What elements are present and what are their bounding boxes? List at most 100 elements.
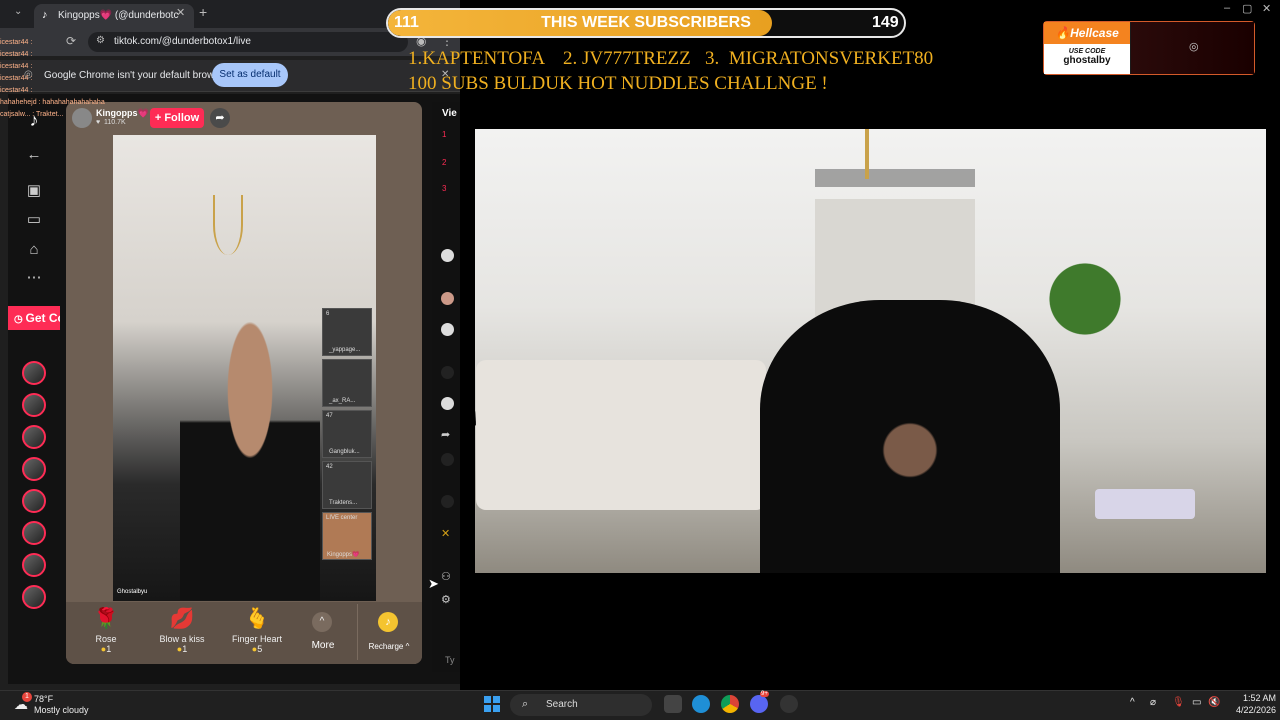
get-coins-button[interactable]: ◷ Get Coi <box>8 306 60 330</box>
sponsor-logo-text: Hellcase <box>1070 26 1119 40</box>
search-icon: ⌕ <box>522 698 529 710</box>
share-arrow-icon[interactable]: ➦ <box>441 428 450 441</box>
start-tile <box>484 705 491 712</box>
live-avatar[interactable] <box>22 361 46 385</box>
guest-count: 47 <box>326 413 333 419</box>
rank-number: 3 <box>442 184 447 193</box>
crossed-swords-icon[interactable]: ✕ <box>441 527 450 540</box>
live-avatar[interactable] <box>22 489 46 513</box>
windows-start-icon[interactable] <box>484 696 500 712</box>
rose-icon: 🌹 <box>93 608 119 630</box>
chevron-up-icon[interactable]: ^ <box>312 612 332 632</box>
guest-name: Kingopps💗 <box>327 552 360 558</box>
clock-date: 4/22/2026 <box>1235 705 1276 715</box>
home-icon[interactable]: ⌂ <box>24 240 44 260</box>
chat-line: icestar44 : <box>0 63 33 70</box>
live-avatar[interactable] <box>22 425 46 449</box>
streamer-figure <box>760 300 1060 573</box>
viewer-avatar[interactable] <box>441 397 454 410</box>
volume-muted-icon[interactable]: 🔇 <box>1208 697 1220 708</box>
follow-button[interactable]: + Follow <box>150 108 204 128</box>
get-coins-label: Get Coi <box>25 311 60 325</box>
subscriber-goal-bar: 111 THIS WEEK SUBSCRIBERS 149 <box>386 8 906 38</box>
gift-blow-a-kiss[interactable]: 💋 Blow a kiss ●1 <box>152 606 212 654</box>
live-avatar[interactable] <box>22 553 46 577</box>
guest-name: _ax_RA... <box>329 398 356 404</box>
chat-input-placeholder[interactable]: Ty <box>445 655 455 665</box>
system-clock[interactable]: 1:52 AM 4/22/2026 <box>1226 692 1276 716</box>
discord-icon[interactable]: 9+ <box>750 691 769 713</box>
sub-goal: 149 <box>872 14 899 31</box>
address-bar[interactable]: ⚙ tiktok.com/@dunderbotox1/live <box>88 32 408 52</box>
guest-count: 42 <box>326 464 333 470</box>
live-avatar[interactable] <box>22 457 46 481</box>
site-info-icon[interactable]: ⚙ <box>96 35 105 46</box>
start-tile <box>493 705 500 712</box>
guest-tile[interactable]: 47 Gangbluk... <box>322 410 372 458</box>
viewer-avatar[interactable] <box>441 292 454 305</box>
live-avatar[interactable] <box>22 521 46 545</box>
more-gifts-button[interactable]: More <box>300 640 346 651</box>
temperature: 78°F <box>34 694 54 704</box>
host-likes: 110.7K <box>104 119 126 126</box>
live-avatar[interactable] <box>22 585 46 609</box>
viewer-avatar[interactable] <box>441 249 454 262</box>
gift-name: Rose <box>95 634 117 644</box>
app-icon[interactable] <box>780 695 798 713</box>
guest-tile[interactable]: _ax_RA... <box>322 359 372 407</box>
streamer-video-figure <box>180 300 320 600</box>
chrome-taskbar-icon[interactable] <box>721 695 739 713</box>
back-arrow-icon[interactable]: ← <box>24 145 44 165</box>
viewer-avatar[interactable] <box>441 453 454 466</box>
search-label: Search <box>546 699 578 710</box>
user-add-icon[interactable]: ⚇ <box>441 570 451 583</box>
coins-icon: ◷ <box>14 314 26 325</box>
set-as-default-button[interactable]: Set as default <box>212 63 288 87</box>
close-window-icon[interactable]: ✕ <box>1262 2 1271 15</box>
reload-icon[interactable]: ⟳ <box>66 34 76 48</box>
weather-widget[interactable]: ☁ 1 78°F Mostly cloudy <box>14 692 124 717</box>
minimize-icon[interactable]: – <box>1224 2 1230 14</box>
chevron-up-tray-icon[interactable]: ^ <box>1130 697 1135 708</box>
tab-search-icon[interactable]: ⌄ <box>14 6 22 17</box>
kiss-icon: 💋 <box>169 608 195 630</box>
gift-rose[interactable]: 🌹 Rose ●1 <box>76 606 136 654</box>
edge-icon[interactable] <box>692 695 710 713</box>
host-avatar[interactable] <box>72 108 92 128</box>
viewer-avatar[interactable] <box>441 495 454 508</box>
microphone-icon[interactable]: 🎙 <box>1172 697 1185 708</box>
taskbar-search[interactable]: ⌕ Search <box>510 694 652 716</box>
maximize-icon[interactable]: ▢ <box>1242 2 1252 15</box>
network-off-icon[interactable]: ⌀ <box>1150 697 1156 708</box>
close-tab-icon[interactable]: ✕ <box>176 6 185 19</box>
live-icon[interactable]: ▣ <box>24 181 44 201</box>
guest-tile[interactable]: 6 _yappage... <box>322 308 372 356</box>
tab-tiktok-live[interactable]: ♪ Kingopps💗 (@dunderbotc <box>34 4 194 28</box>
sponsor-code: ghostalby <box>1063 55 1111 66</box>
viewers-heading: Vie <box>442 108 457 119</box>
settings-icon[interactable]: ⚙ <box>441 593 451 606</box>
more-dots-icon[interactable]: ⋯ <box>24 268 44 288</box>
gift-divider <box>357 604 358 660</box>
gift-finger-heart[interactable]: 🫰 Finger Heart ●5 <box>227 606 287 654</box>
recharge-button[interactable]: Recharge ^ <box>362 642 416 651</box>
display-icon[interactable]: ▭ <box>1192 697 1201 708</box>
chat-line: icestar44 : <box>0 87 33 94</box>
task-view-icon[interactable] <box>664 695 682 713</box>
video-icon[interactable]: ▭ <box>24 210 44 230</box>
live-avatar[interactable] <box>22 393 46 417</box>
guest-tile[interactable]: 42 Traktens... <box>322 461 372 509</box>
new-tab-icon[interactable]: + <box>199 4 207 20</box>
viewer-avatar[interactable] <box>441 366 454 379</box>
infobar-text: Google Chrome isn't your default browser <box>44 70 229 81</box>
sofa <box>476 360 766 510</box>
viewer-avatar[interactable] <box>441 323 454 336</box>
recharge-coin-icon[interactable]: ♪ <box>378 612 398 632</box>
start-tile <box>484 696 491 703</box>
guest-tile-host[interactable]: LIVE center Kingopps💗 <box>322 512 372 560</box>
share-icon[interactable]: ➦ <box>210 108 230 128</box>
gift-price: 5 <box>257 644 263 654</box>
ranking-text: 1.KAPTENTOFA 2. JV777TREZZ 3. MIGRATONSV… <box>408 46 1008 96</box>
subscriber-bar-text: 111 THIS WEEK SUBSCRIBERS 149 <box>388 10 904 36</box>
chat-line: hahahehejd : hahahahahahahaha <box>0 99 105 106</box>
